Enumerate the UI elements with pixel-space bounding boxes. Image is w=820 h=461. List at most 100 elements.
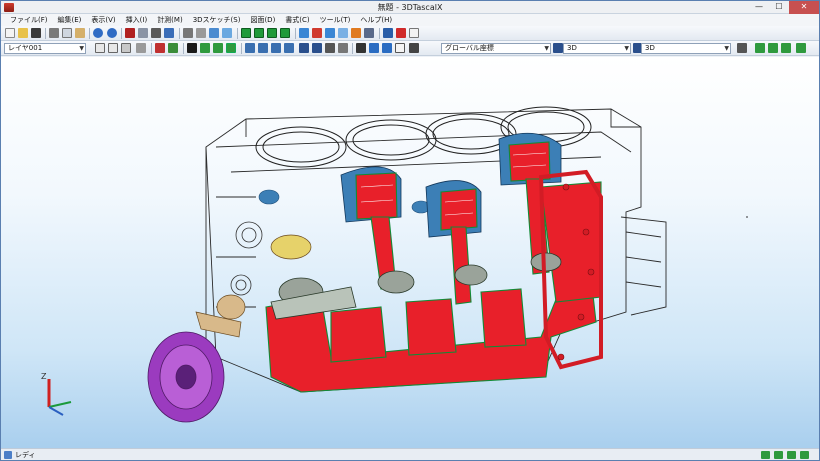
status-layer-icon[interactable] [787,451,796,459]
zoom-window-icon[interactable] [395,43,405,53]
explode-icon[interactable] [325,28,335,38]
toolbar-separator [379,28,380,39]
standard-toolbar [1,26,819,41]
plane-icon[interactable] [396,28,406,38]
chevron-down-icon: ▼ [724,45,729,52]
axis-triad: Z [41,372,72,416]
minimize-button[interactable]: — [749,1,769,14]
view-iso-icon[interactable] [226,43,236,53]
markup-icon[interactable] [364,28,374,38]
view-right-icon[interactable] [258,43,268,53]
wireframe-view-icon[interactable] [254,28,264,38]
view-front-icon[interactable] [200,43,210,53]
display-black-icon[interactable] [187,43,197,53]
front-pulley [147,331,225,423]
coordinate-select[interactable]: グローバル座標 ▼ [441,43,551,54]
redo-icon[interactable] [107,28,117,38]
zoom-icon[interactable] [183,28,193,38]
toolbar-separator [352,43,353,54]
toolbar-separator [179,28,180,39]
tree-icon[interactable] [796,43,806,53]
status-grid-icon[interactable] [800,451,809,459]
menu-measure[interactable]: 計測(M) [152,14,188,26]
layer-manager-icon[interactable] [95,43,105,53]
undo-icon[interactable] [93,28,103,38]
zoom-all-icon[interactable] [409,43,419,53]
coordinate-select-value: グローバル座標 [445,44,494,52]
close-button[interactable]: ✕ [789,1,819,14]
toolbar-separator [121,28,122,39]
window-title: 無題 - 3DTascalX [377,3,443,12]
paste-icon[interactable] [75,28,85,38]
toolbar-separator [237,28,238,39]
toolbar-separator [151,43,152,54]
status-model-icon[interactable] [761,451,770,459]
menu-3d-sketch[interactable]: 3Dスケッチ(S) [188,14,246,26]
menu-insert[interactable]: 挿入(I) [121,14,153,26]
sheet-icon[interactable] [409,28,419,38]
view-select-2[interactable]: 3D ▼ [641,43,731,54]
layer-lock-icon[interactable] [121,43,131,53]
layer-visibility-icon[interactable] [108,43,118,53]
magnifier-icon[interactable] [356,43,366,53]
measure-icon[interactable] [338,28,348,38]
help-icon[interactable] [164,28,174,38]
layer-select[interactable]: レイヤ001 ▼ [4,43,86,54]
fit-view-icon[interactable] [222,28,232,38]
axis-z-label: Z [41,372,47,381]
toolbar-separator [295,28,296,39]
rotate-icon[interactable] [209,28,219,38]
copy-icon[interactable] [62,28,72,38]
properties-icon[interactable] [138,28,148,38]
shaded-view-icon[interactable] [241,28,251,38]
zoom-out-icon[interactable] [382,43,392,53]
save-icon[interactable] [31,28,41,38]
view-select-1[interactable]: 3D ▼ [563,43,631,54]
cut-icon[interactable] [49,28,59,38]
menu-file[interactable]: ファイル(F) [5,14,53,26]
camera-icon[interactable] [325,43,335,53]
globe-icon[interactable] [312,43,322,53]
window-controls: — ☐ ✕ [749,1,819,14]
menu-view[interactable]: 表示(V) [86,14,120,26]
view-select-1-value: 3D [567,44,577,52]
status-view-icon[interactable] [774,451,783,459]
coordinate-icon[interactable] [553,43,563,53]
menu-format[interactable]: 書式(C) [280,14,314,26]
filter-icon[interactable] [136,43,146,53]
view-left-icon[interactable] [271,43,281,53]
axis-icon[interactable] [383,28,393,38]
menu-help[interactable]: ヘルプ(H) [355,14,397,26]
menu-tools[interactable]: ツール(T) [315,14,356,26]
edge-view-icon[interactable] [280,28,290,38]
pan-icon[interactable] [196,28,206,38]
light-icon[interactable] [338,43,348,53]
open-folder-icon[interactable] [18,28,28,38]
cross-section-icon[interactable] [155,43,165,53]
engine-model-view[interactable]: Z [1,57,819,448]
zoom-in-icon[interactable] [369,43,379,53]
part-icon[interactable] [781,43,791,53]
section-icon[interactable] [299,28,309,38]
chevron-down-icon: ▼ [544,45,549,52]
settings-icon[interactable] [737,43,747,53]
view-top-icon[interactable] [213,43,223,53]
maximize-button[interactable]: ☐ [769,1,789,14]
delete-icon[interactable] [125,28,135,38]
clip-icon[interactable] [312,28,322,38]
layer-select-value: レイヤ001 [8,44,43,52]
view-cube-icon[interactable] [245,43,255,53]
menu-drawing[interactable]: 図面(D) [245,14,280,26]
model-icon[interactable] [755,43,765,53]
annotate-icon[interactable] [351,28,361,38]
3d-viewport[interactable]: Z [1,57,819,448]
toolbar-separator [241,43,242,54]
reverse-section-icon[interactable] [168,43,178,53]
menu-edit[interactable]: 編集(E) [53,14,87,26]
view-bottom-icon[interactable] [299,43,309,53]
view-back-icon[interactable] [284,43,294,53]
new-file-icon[interactable] [5,28,15,38]
select-icon[interactable] [151,28,161,38]
hidden-line-view-icon[interactable] [267,28,277,38]
assembly-icon[interactable] [768,43,778,53]
